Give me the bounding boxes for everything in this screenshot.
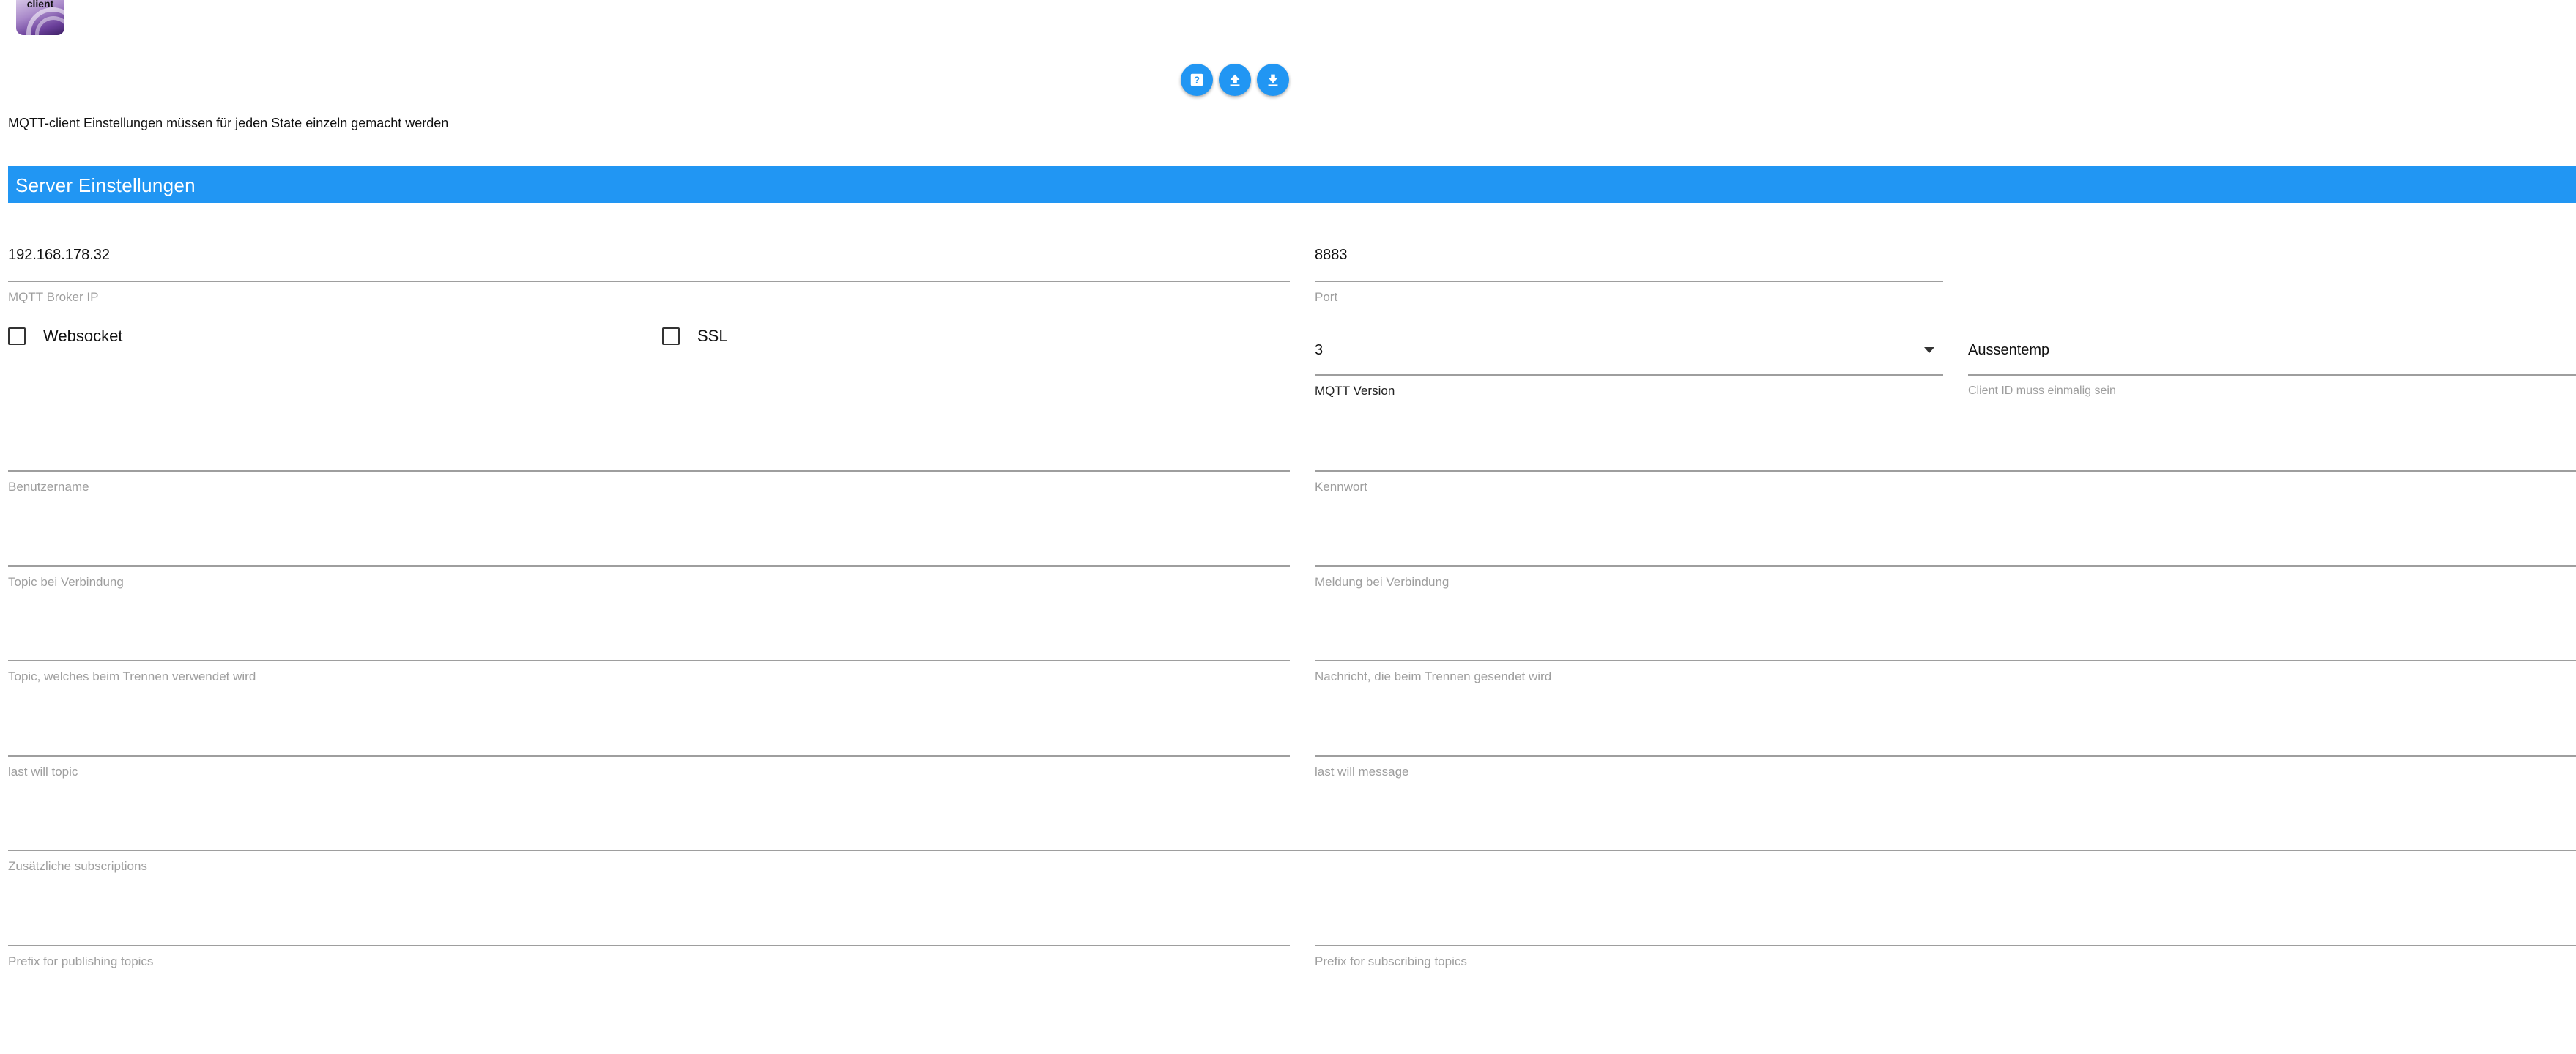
last-will-message-field[interactable]: last will message <box>1315 724 2576 783</box>
last-will-topic-field[interactable]: last will topic <box>8 724 1290 783</box>
connect-topic-field[interactable]: Topic bei Verbindung <box>8 535 1290 593</box>
username-label: Benutzername <box>8 480 89 494</box>
disconnect-topic-label: Topic, welches beim Trennen verwendet wi… <box>8 669 256 683</box>
ssl-label: SSL <box>697 327 728 345</box>
websocket-checkbox[interactable]: Websocket <box>8 327 122 346</box>
websocket-checkbox-box[interactable] <box>8 327 26 345</box>
password-label: Kennwort <box>1315 480 1367 494</box>
svg-text:?: ? <box>1194 75 1200 86</box>
mqtt-version-select[interactable]: 3 MQTT Version <box>1315 335 1943 401</box>
section-title: Server Einstellungen <box>15 174 196 196</box>
client-id-input[interactable]: Aussentemp <box>1968 342 2049 359</box>
mqtt-version-value[interactable]: 3 <box>1315 342 1323 359</box>
broker-ip-label: MQTT Broker IP <box>8 290 99 304</box>
websocket-label: Websocket <box>43 327 123 345</box>
broker-ip-field[interactable]: 192.168.178.32 MQTT Broker IP <box>8 242 1290 308</box>
port-field[interactable]: 8883 Port <box>1315 242 1943 308</box>
last-will-message-label: last will message <box>1315 765 1409 779</box>
connect-topic-label: Topic bei Verbindung <box>8 575 124 589</box>
subscribe-prefix-label: Prefix for subscribing topics <box>1315 954 1467 968</box>
app-logo: client <box>16 0 64 35</box>
publish-prefix-field[interactable]: Prefix for publishing topics <box>8 914 1290 973</box>
publish-prefix-label: Prefix for publishing topics <box>8 954 154 968</box>
password-field[interactable]: Kennwort <box>1315 439 2576 498</box>
connect-message-field[interactable]: Meldung bei Verbindung <box>1315 535 2576 593</box>
port-input[interactable]: 8883 <box>1315 247 1348 264</box>
disconnect-message-label: Nachricht, die beim Trennen gesendet wir… <box>1315 669 1552 683</box>
subscribe-prefix-field[interactable]: Prefix for subscribing topics <box>1315 914 2576 973</box>
broker-ip-input[interactable]: 192.168.178.32 <box>8 247 110 264</box>
subscriptions-label: Zusätzliche subscriptions <box>8 859 147 873</box>
toolbar: ? <box>1181 64 1289 96</box>
section-header: Server Einstellungen <box>8 166 2576 203</box>
last-will-topic-label: last will topic <box>8 765 78 779</box>
download-button[interactable] <box>1257 64 1289 96</box>
connect-message-label: Meldung bei Verbindung <box>1315 575 1450 589</box>
upload-icon <box>1230 74 1240 86</box>
mqtt-version-label: MQTT Version <box>1315 384 1395 398</box>
upload-button[interactable] <box>1219 64 1251 96</box>
settings-hint: MQTT-client Einstellungen müssen für jed… <box>8 116 449 130</box>
disconnect-topic-field[interactable]: Topic, welches beim Trennen verwendet wi… <box>8 629 1290 688</box>
disconnect-message-field[interactable]: Nachricht, die beim Trennen gesendet wir… <box>1315 629 2576 688</box>
port-label: Port <box>1315 290 1338 304</box>
help-icon: ? <box>1190 73 1203 86</box>
ssl-checkbox-box[interactable] <box>662 327 680 345</box>
username-field[interactable]: Benutzername <box>8 439 1290 498</box>
logo-text: client <box>26 0 54 10</box>
help-button[interactable]: ? <box>1181 64 1213 96</box>
subscriptions-field[interactable]: Zusätzliche subscriptions <box>8 819 2576 877</box>
download-icon <box>1268 74 1278 86</box>
client-id-label: Client ID muss einmalig sein <box>1968 385 2116 397</box>
chevron-down-icon[interactable] <box>1924 347 1934 353</box>
client-id-field[interactable]: Aussentemp Client ID muss einmalig sein <box>1968 335 2576 401</box>
ssl-checkbox[interactable]: SSL <box>662 327 728 346</box>
